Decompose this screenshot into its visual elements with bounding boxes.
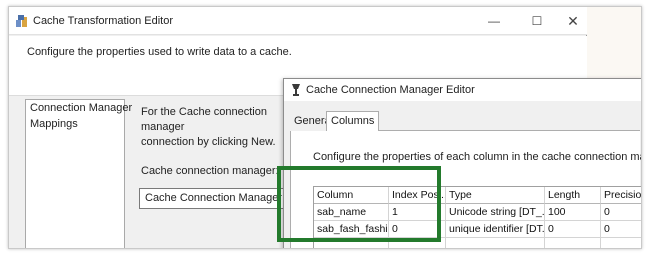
tab-strip: General Columns (290, 111, 640, 132)
dialog-title: Cache Connection Manager Editor (306, 84, 475, 96)
outer-title-bar: Cache Transformation Editor — ☐ ✕ (9, 7, 587, 35)
empty-cell (601, 238, 641, 248)
ccm-dropdown[interactable]: Cache Connection Manager (139, 188, 299, 209)
maximize-button[interactable]: ☐ (529, 13, 545, 29)
cell-precision[interactable]: 0 (601, 221, 641, 238)
cache-icon (292, 84, 300, 96)
connection-info-text: For the Cache connection manager connect… (141, 106, 276, 148)
highlight-annotation-box (277, 166, 441, 242)
app-icon (16, 15, 27, 27)
cell-length[interactable]: 0 (545, 221, 601, 238)
header-length[interactable]: Length (545, 187, 601, 204)
columns-description: Configure the properties of each column … (313, 151, 642, 163)
ccm-label: Cache connection manager: (141, 165, 279, 177)
header-type[interactable]: Type (446, 187, 545, 204)
cell-type[interactable]: unique identifier [DT... (446, 221, 545, 238)
cell-precision[interactable]: 0 (601, 204, 641, 221)
tab-columns[interactable]: Columns (326, 111, 380, 132)
nav-item-connection-manager[interactable]: Connection Manager (26, 100, 132, 116)
window-title: Cache Transformation Editor (33, 15, 174, 27)
nav-item-mappings[interactable]: Mappings (26, 116, 124, 132)
editor-description: Configure the properties used to write d… (27, 46, 292, 58)
cell-type[interactable]: Unicode string [DT_... (446, 204, 545, 221)
empty-cell (545, 238, 601, 248)
close-button[interactable]: ✕ (565, 13, 581, 29)
empty-cell (446, 238, 545, 248)
cell-length[interactable]: 100 (545, 204, 601, 221)
screenshot-frame: Cache Transformation Editor — ☐ ✕ Config… (8, 6, 642, 249)
header-precision[interactable]: Precision (601, 187, 641, 204)
inner-title-bar: Cache Connection Manager Editor (284, 79, 641, 101)
minimize-button[interactable]: — (486, 13, 502, 29)
navigation-list: Connection Manager Mappings (25, 99, 132, 248)
